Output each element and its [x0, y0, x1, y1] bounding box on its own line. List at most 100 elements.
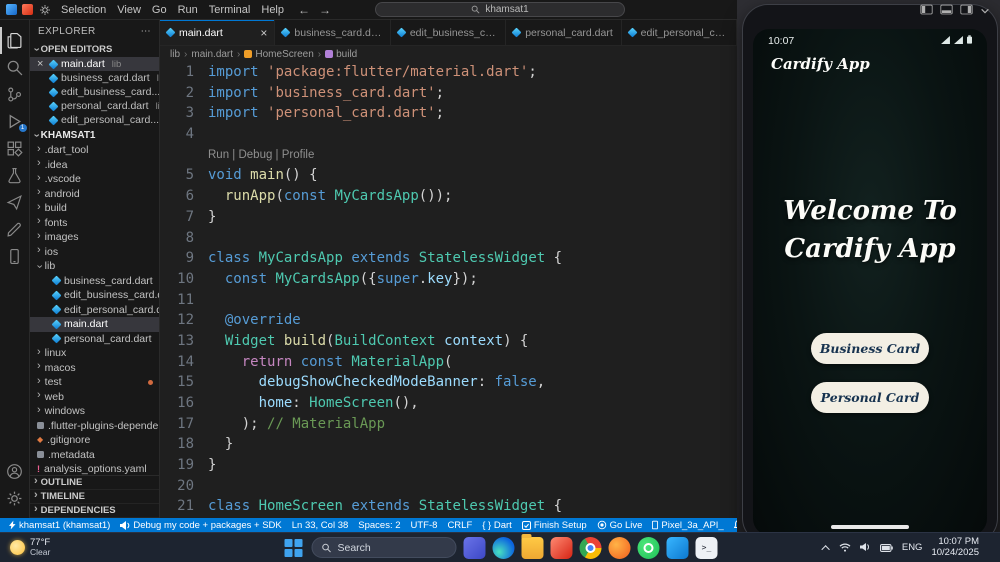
- code-line[interactable]: Run | Debug | Profile: [160, 145, 737, 166]
- status-utf-8[interactable]: UTF-8: [406, 520, 443, 531]
- status-pixel-3a-api-[interactable]: Pixel_3a_API_: [647, 520, 728, 531]
- line-number[interactable]: 6: [160, 186, 208, 207]
- menu-help[interactable]: Help: [261, 4, 284, 16]
- status-khamsat1-khamsat1-[interactable]: khamsat1 (khamsat1): [4, 520, 115, 531]
- remote-explorer-icon[interactable]: [0, 189, 30, 216]
- tree-item-main.dart[interactable]: main.dart: [30, 317, 159, 332]
- code-line[interactable]: 7}: [160, 207, 737, 228]
- status-bell[interactable]: [729, 520, 737, 530]
- settings-gear-icon[interactable]: [0, 485, 30, 512]
- tree-item-.flutter-plugins-depende...[interactable]: .flutter-plugins-depende...: [30, 419, 159, 434]
- code-line[interactable]: 21 class HomeScreen extends StatelessWidg…: [160, 496, 737, 517]
- tab-personal_card.dart[interactable]: personal_card.dart: [506, 20, 622, 45]
- code-line[interactable]: 14 return const MaterialApp(: [160, 352, 737, 373]
- open-editor-edit_business_card...[interactable]: edit_business_card...: [30, 85, 159, 99]
- breadcrumb-item-main.dart[interactable]: main.dart: [191, 49, 233, 60]
- tree-item-.gitignore[interactable]: ◆ .gitignore: [30, 433, 159, 448]
- open-editor-personal_card.dart[interactable]: personal_card.dart lib: [30, 99, 159, 113]
- line-number[interactable]: 19: [160, 455, 208, 476]
- line-number[interactable]: 3: [160, 103, 208, 124]
- line-number[interactable]: 1: [160, 62, 208, 83]
- line-number[interactable]: 8: [160, 228, 208, 249]
- nav-back-icon[interactable]: ←: [298, 3, 310, 17]
- open-editor-edit_personal_card...[interactable]: edit_personal_card...: [30, 113, 159, 127]
- code-line[interactable]: 20: [160, 476, 737, 497]
- tab-edit_business_card.dart[interactable]: edit_business_card.dart: [390, 20, 507, 45]
- code-line[interactable]: 6 runApp(const MyCardsApp());: [160, 186, 737, 207]
- tree-item-test[interactable]: › test: [30, 375, 159, 390]
- hidden-icons-chevron[interactable]: [821, 544, 830, 554]
- nav-forward-icon[interactable]: →: [319, 3, 331, 17]
- command-center-search[interactable]: khamsat1: [375, 2, 625, 17]
- status-debug-my-code-packages-sdk[interactable]: Debug my code + packages + SDK: [115, 520, 286, 531]
- menu-run[interactable]: Run: [178, 4, 198, 16]
- tab-business_card.dart[interactable]: business_card.dart: [275, 20, 391, 45]
- tree-item-personal_card.dart[interactable]: personal_card.dart: [30, 332, 159, 347]
- file-explorer-icon[interactable]: [521, 533, 544, 559]
- status--dart[interactable]: { } Dart: [477, 520, 517, 531]
- layout-panel-icon[interactable]: [940, 3, 953, 21]
- line-number[interactable]: 14: [160, 352, 208, 373]
- app-orange-icon[interactable]: [608, 536, 631, 559]
- line-number[interactable]: 16: [160, 393, 208, 414]
- line-number[interactable]: 21: [160, 496, 208, 517]
- code-line[interactable]: 3 import 'personal_card.dart';: [160, 103, 737, 124]
- menu-go[interactable]: Go: [152, 4, 167, 16]
- clock[interactable]: 10:07 PM 10/24/2025: [931, 536, 979, 559]
- status-finish-setup[interactable]: Finish Setup: [517, 520, 592, 531]
- section-timeline[interactable]: › TIMELINE: [30, 490, 159, 504]
- line-number[interactable]: 20: [160, 476, 208, 497]
- explorer-icon[interactable]: [0, 27, 30, 54]
- status-go-live[interactable]: Go Live: [592, 520, 648, 531]
- menu-view[interactable]: View: [117, 4, 141, 16]
- gesture-bar[interactable]: [831, 525, 909, 529]
- status-ln-33-col-38[interactable]: Ln 33, Col 38: [287, 520, 354, 531]
- status-crlf[interactable]: CRLF: [442, 520, 477, 531]
- language-indicator[interactable]: ENG: [902, 542, 923, 553]
- tree-item-business_card.dart[interactable]: business_card.dart: [30, 274, 159, 289]
- tree-item-edit_personal_card.dart[interactable]: edit_personal_card.dart: [30, 303, 159, 318]
- tree-item-build[interactable]: › build: [30, 201, 159, 216]
- source-control-icon[interactable]: [0, 81, 30, 108]
- line-number[interactable]: 5: [160, 165, 208, 186]
- tree-item-linux[interactable]: › linux: [30, 346, 159, 361]
- tree-item-.metadata[interactable]: .metadata: [30, 448, 159, 463]
- close-icon[interactable]: ×: [260, 27, 267, 39]
- layout-secondary-sidebar-icon[interactable]: [960, 3, 973, 21]
- app-icon-blue[interactable]: [6, 4, 17, 15]
- device-preview-icon[interactable]: [0, 243, 30, 270]
- code-line[interactable]: 8: [160, 228, 737, 249]
- tree-item-analysis_options.yaml[interactable]: ! analysis_options.yaml: [30, 462, 159, 475]
- code-line[interactable]: 2 import 'business_card.dart';: [160, 83, 737, 104]
- edge-icon[interactable]: [492, 536, 515, 559]
- start-button[interactable]: [283, 537, 305, 559]
- customize-layout-icon[interactable]: [980, 3, 990, 21]
- app-red-icon[interactable]: [550, 536, 573, 559]
- tree-item-fonts[interactable]: › fonts: [30, 216, 159, 231]
- gear-icon[interactable]: [39, 4, 51, 16]
- line-number[interactable]: 7: [160, 207, 208, 228]
- close-icon[interactable]: ×: [37, 58, 46, 70]
- menu-terminal[interactable]: Terminal: [209, 4, 251, 16]
- tray-volume-icon[interactable]: [859, 539, 871, 557]
- business-card-button[interactable]: Business Card: [811, 333, 929, 364]
- tree-item-ios[interactable]: › ios: [30, 245, 159, 260]
- tray-battery-icon[interactable]: [879, 539, 893, 557]
- tree-item-android[interactable]: › android: [30, 187, 159, 202]
- line-number[interactable]: 17: [160, 414, 208, 435]
- tree-item-images[interactable]: › images: [30, 230, 159, 245]
- code-line[interactable]: 15 debugShowCheckedModeBanner: false,: [160, 372, 737, 393]
- more-actions-icon[interactable]: ⋯: [141, 26, 151, 37]
- status-spaces-2[interactable]: Spaces: 2: [353, 520, 405, 531]
- line-number[interactable]: 4: [160, 124, 208, 145]
- code-line[interactable]: 17 ); // MaterialApp: [160, 414, 737, 435]
- weather-widget[interactable]: 77°F Clear: [0, 538, 60, 557]
- account-icon[interactable]: [0, 458, 30, 485]
- line-number[interactable]: 13: [160, 331, 208, 352]
- line-number[interactable]: 2: [160, 83, 208, 104]
- terminal-icon[interactable]: [695, 536, 718, 559]
- tree-item-macos[interactable]: › macos: [30, 361, 159, 376]
- chrome-icon[interactable]: [579, 536, 602, 559]
- breadcrumb-item-lib[interactable]: lib: [170, 49, 180, 60]
- code-line[interactable]: 10 const MyCardsApp({super.key});: [160, 269, 737, 290]
